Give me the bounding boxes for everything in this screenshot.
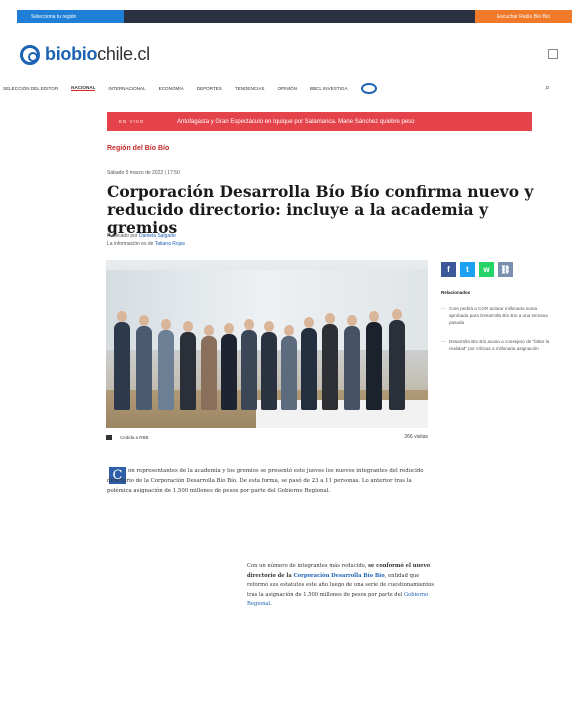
nav-item-internacional[interactable]: INTERNACIONAL — [108, 86, 145, 91]
twitter-icon[interactable]: t — [460, 262, 475, 277]
main-nav: SELECCIÓN DEL EDITOR NACIONAL INTERNACIO… — [3, 82, 563, 94]
article-lead: on representantes de la academia y los g… — [107, 468, 424, 494]
byline-prefix: Publicado por — [107, 233, 138, 239]
nav-item-opinion[interactable]: OPINIÓN — [277, 86, 296, 91]
nav-item-tendencias[interactable]: TENDENCIAS — [235, 86, 265, 91]
p2-a: Con un número de integrantes más reducid… — [247, 563, 369, 569]
byline: Publicado por Daniela Salgado La informa… — [107, 232, 185, 248]
related-list: Core pedirá a CGR aclarar millonaria sum… — [441, 305, 551, 364]
photo-person — [301, 317, 317, 410]
breaking-headline[interactable]: Antofagasta y Gran Espectáculo en Iquiqu… — [177, 119, 415, 125]
nav-item-nacional[interactable]: NACIONAL — [71, 85, 96, 91]
photo-person — [322, 313, 338, 410]
photo-person — [344, 315, 360, 410]
nav-item-deportes[interactable]: DEPORTES — [197, 86, 222, 91]
nav-item-economia[interactable]: ECONOMÍA — [159, 86, 184, 91]
related-item[interactable]: Desarrolla Bío Bío acusa a consejero de … — [441, 338, 551, 352]
info-prefix: La información es de — [107, 241, 154, 247]
photo-person — [158, 319, 174, 410]
nav-item-bbcl-investiga[interactable]: BBCL INVESTIGA — [310, 86, 348, 91]
photo-person — [201, 325, 217, 410]
photo-person — [389, 309, 405, 410]
listen-radio-button[interactable]: Escuchar Radio Bío Bío — [475, 10, 572, 23]
top-bar: Selecciona tu región Escuchar Radio Bío … — [17, 10, 572, 23]
view-count: 266 visitas — [404, 434, 428, 440]
photo-caption: Cedida a RBB 266 visitas — [106, 434, 428, 440]
tv-icon[interactable] — [360, 82, 377, 94]
share-buttons: f t w ⛓ — [441, 262, 513, 277]
menu-icon[interactable] — [548, 49, 558, 59]
p2-end: . — [270, 601, 272, 608]
breaking-news-banner[interactable]: EN VIVO Antofagasta y Gran Espectáculo e… — [107, 112, 532, 131]
photo-person — [221, 323, 237, 410]
logo-text-part1: biobio — [45, 44, 98, 64]
photo-person — [114, 311, 130, 410]
live-label: EN VIVO — [119, 119, 145, 124]
photo-person — [281, 325, 297, 410]
photo-person — [180, 321, 196, 410]
article-date: Sábado 5 marzo de 2022 | 17:50 — [107, 170, 180, 176]
source-link[interactable]: Tatiana Rojas — [155, 241, 185, 247]
region-select[interactable]: Selecciona tu región — [17, 10, 124, 23]
facebook-icon[interactable]: f — [441, 262, 456, 277]
photo-person — [241, 319, 257, 410]
article-paragraph: Con un número de integrantes más reducid… — [247, 562, 437, 610]
logo-icon — [20, 44, 40, 65]
site-logo[interactable]: biobiochile.cl — [20, 44, 150, 65]
article-photo[interactable] — [106, 260, 428, 428]
camera-icon — [106, 434, 112, 440]
search-icon[interactable]: ⌕ — [545, 82, 550, 93]
section-link[interactable]: Región del Bío Bío — [107, 145, 169, 152]
related-item[interactable]: Core pedirá a CGR aclarar millonaria sum… — [441, 305, 551, 326]
corporation-link[interactable]: Corporación Desarrolla Bío Bío — [294, 573, 385, 579]
author-link[interactable]: Daniela Salgado — [139, 233, 176, 239]
logo-text-part2: chile.cl — [97, 44, 150, 64]
photo-person — [366, 311, 382, 410]
article-title: Corporación Desarrolla Bío Bío confirma … — [107, 182, 534, 237]
link-icon[interactable]: ⛓ — [498, 262, 513, 277]
photo-person — [136, 315, 152, 410]
photo-credit: Cedida a RBB — [120, 434, 149, 440]
related-title: Relacionados — [441, 290, 471, 295]
nav-item-seleccion[interactable]: SELECCIÓN DEL EDITOR — [3, 86, 58, 91]
whatsapp-icon[interactable]: w — [479, 262, 494, 277]
photo-person — [261, 321, 277, 410]
